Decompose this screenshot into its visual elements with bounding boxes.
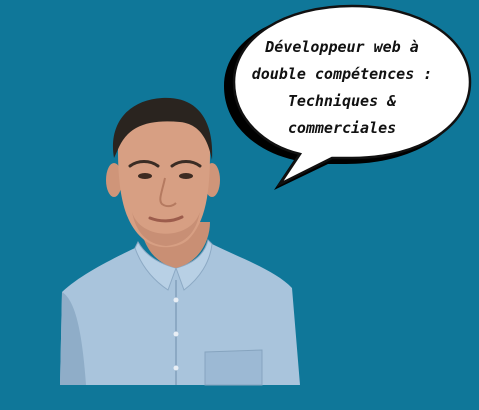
speech-bubble-line: double compétences : <box>251 65 433 83</box>
shirt-pocket <box>204 349 263 386</box>
page: Développeur web à double compétences : T… <box>0 0 479 410</box>
shirt-button <box>173 365 179 371</box>
speech-bubble-line: commerciales <box>287 119 397 137</box>
eye-left <box>138 173 152 179</box>
speech-bubble-line: Développeur web à <box>265 38 419 56</box>
shirt-button <box>173 331 179 337</box>
shirt-button <box>173 297 179 303</box>
eye-right <box>179 173 193 179</box>
speech-bubble-text: Développeur web à double compétences : T… <box>236 34 448 142</box>
speech-bubble-line: Techniques & <box>287 92 397 110</box>
